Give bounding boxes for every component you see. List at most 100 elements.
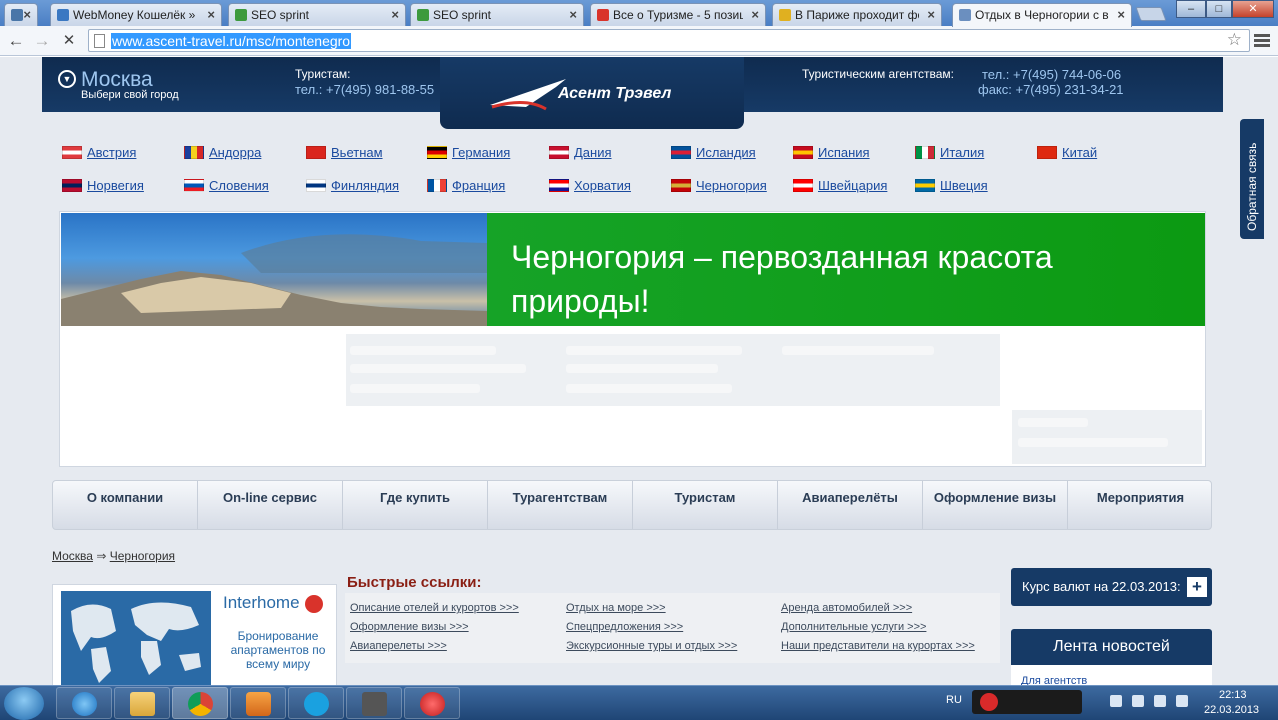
city-select-icon[interactable]: ▼ <box>58 70 76 88</box>
country-link[interactable]: Австрия <box>62 145 136 160</box>
country-name: Китай <box>1062 145 1098 160</box>
taskbar-skype[interactable] <box>288 687 344 719</box>
country-link[interactable]: Германия <box>427 145 510 160</box>
language-indicator[interactable]: RU <box>946 694 962 706</box>
country-link[interactable]: Андорра <box>184 145 261 160</box>
menu-item[interactable]: Мероприятия <box>1068 481 1213 529</box>
start-button[interactable] <box>4 687 44 720</box>
taskbar-media-player[interactable] <box>230 687 286 719</box>
country-link[interactable]: Швеция <box>915 178 988 193</box>
recording-toolbar[interactable] <box>972 690 1082 714</box>
menu-item[interactable]: On-line сервис <box>198 481 343 529</box>
country-link[interactable]: Черногория <box>671 178 767 193</box>
clock-date[interactable]: 22.03.2013 <box>1204 704 1259 716</box>
bookmark-star-icon[interactable]: ☆ <box>1227 30 1242 50</box>
country-link[interactable]: Хорватия <box>549 178 631 193</box>
record-stop-icon[interactable] <box>980 693 998 711</box>
country-link[interactable]: Италия <box>915 145 984 160</box>
country-link[interactable]: Словения <box>184 178 269 193</box>
country-link[interactable]: Франция <box>427 178 505 193</box>
country-flag-icon <box>62 146 82 159</box>
quick-link[interactable]: Дополнительные услуги >>> <box>781 621 926 633</box>
close-tab-icon[interactable]: × <box>207 7 215 22</box>
minimize-button[interactable]: – <box>1176 0 1206 18</box>
close-tab-icon[interactable]: × <box>927 7 935 22</box>
menu-item[interactable]: Турагентствам <box>488 481 633 529</box>
country-link[interactable]: Китай <box>1037 145 1097 160</box>
close-tab-icon[interactable]: × <box>751 7 759 22</box>
news-feed-header: Лента новостей <box>1011 629 1212 665</box>
site-logo[interactable]: Асент Трэвел <box>440 57 744 129</box>
new-tab-button[interactable] <box>1135 7 1167 21</box>
interhome-ad[interactable]: Interhome Бронирование апартаментов по в… <box>52 584 337 685</box>
quick-link[interactable]: Экскурсионные туры и отдых >>> <box>566 640 737 652</box>
taskbar-explorer[interactable] <box>114 687 170 719</box>
quick-link[interactable]: Отдых на море >>> <box>566 602 666 614</box>
display-tray-icon[interactable] <box>1154 695 1166 707</box>
country-link[interactable]: Испания <box>793 145 870 160</box>
url-text[interactable]: www.ascent-travel.ru/msc/montenegro <box>111 33 352 49</box>
country-link[interactable]: Исландия <box>671 145 756 160</box>
back-icon[interactable]: ← <box>5 30 27 52</box>
quick-link[interactable]: Наши представители на курортах >>> <box>781 640 975 652</box>
taskbar-chrome[interactable] <box>172 687 228 719</box>
close-tab-icon[interactable]: × <box>1117 7 1125 22</box>
quick-links-title: Быстрые ссылки: <box>347 574 482 591</box>
tab-title: SEO sprint <box>251 8 310 22</box>
country-link[interactable]: Финляндия <box>306 178 399 193</box>
quick-link[interactable]: Авиаперелеты >>> <box>350 640 447 652</box>
world-map-icon <box>71 602 201 683</box>
flag-tray-icon[interactable] <box>1110 695 1122 707</box>
tourists-label: Туристам: <box>295 67 351 81</box>
browser-menu-icon[interactable] <box>1254 32 1270 48</box>
country-link[interactable]: Швейцария <box>793 178 887 193</box>
browser-tab[interactable]: В Париже проходит фото × <box>772 3 942 26</box>
country-name: Испания <box>818 145 870 160</box>
country-flag-icon <box>671 179 691 192</box>
quick-link[interactable]: Спецпредложения >>> <box>566 621 683 633</box>
quick-link[interactable]: Описание отелей и курортов >>> <box>350 602 519 614</box>
menu-item[interactable]: Авиаперелёты <box>778 481 923 529</box>
network-tray-icon[interactable] <box>1132 695 1144 707</box>
expand-rates-button[interactable]: + <box>1187 577 1207 597</box>
taskbar-recorder[interactable] <box>404 687 460 719</box>
browser-tab[interactable]: × <box>4 3 38 26</box>
browser-tab[interactable]: SEO sprint × <box>228 3 406 26</box>
quick-link[interactable]: Аренда автомобилей >>> <box>781 602 912 614</box>
menu-item[interactable]: Туристам <box>633 481 778 529</box>
news-agencies-link[interactable]: Для агентств <box>1021 675 1087 685</box>
menu-item[interactable]: Оформление визы <box>923 481 1068 529</box>
browser-tab[interactable]: Отдых в Черногории с ві × <box>952 3 1132 27</box>
browser-tab[interactable]: SEO sprint × <box>410 3 584 26</box>
forward-icon[interactable]: → <box>31 30 53 52</box>
volume-tray-icon[interactable] <box>1176 695 1188 707</box>
address-bar[interactable]: www.ascent-travel.ru/msc/montenegro ☆ <box>88 29 1250 52</box>
menu-item[interactable]: О компании <box>53 481 198 529</box>
breadcrumb-home[interactable]: Москва <box>52 549 93 563</box>
taskbar-ie[interactable] <box>56 687 112 719</box>
taskbar-app[interactable] <box>346 687 402 719</box>
browser-tab[interactable]: Все о Туризме - 5 позици × <box>590 3 766 26</box>
maximize-button[interactable]: □ <box>1206 0 1232 18</box>
browser-tab[interactable]: WebMoney Кошелёк » Га × <box>50 3 222 26</box>
interhome-logo: Interhome <box>223 593 300 612</box>
menu-item[interactable]: Где купить <box>343 481 488 529</box>
country-name: Германия <box>452 145 511 160</box>
breadcrumb-current[interactable]: Черногория <box>110 549 175 563</box>
close-window-button[interactable]: ✕ <box>1232 0 1274 18</box>
close-tab-icon[interactable]: × <box>569 7 577 22</box>
close-tab-icon[interactable]: × <box>23 7 31 22</box>
stop-loading-icon[interactable]: ✕ <box>58 30 80 52</box>
country-flag-icon <box>427 179 447 192</box>
city-select-link[interactable]: Выбери свой город <box>81 89 179 101</box>
vk-icon <box>11 9 23 21</box>
country-flag-icon <box>306 146 326 159</box>
quick-link[interactable]: Оформление визы >>> <box>350 621 469 633</box>
country-link[interactable]: Дания <box>549 145 612 160</box>
feedback-tab[interactable]: Обратная связь <box>1240 119 1264 239</box>
country-flag-icon <box>184 146 204 159</box>
country-link[interactable]: Вьетнам <box>306 145 383 160</box>
country-link[interactable]: Норвегия <box>62 178 144 193</box>
close-tab-icon[interactable]: × <box>391 7 399 22</box>
clock-time[interactable]: 22:13 <box>1219 689 1247 701</box>
